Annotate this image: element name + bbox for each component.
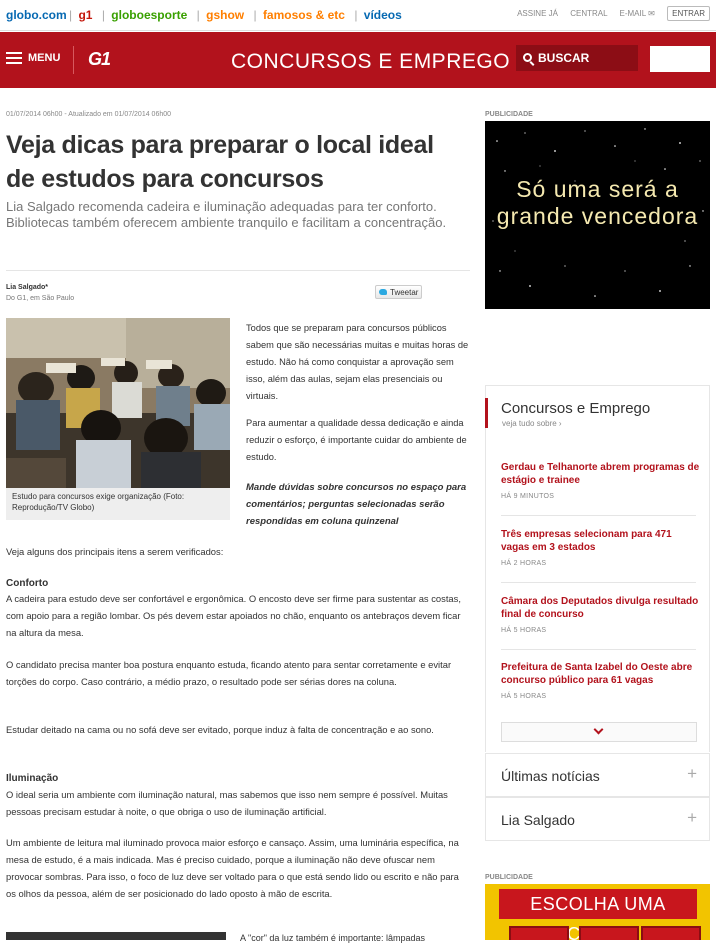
separator: | <box>101 8 105 22</box>
email-link[interactable]: E-MAIL ✉ <box>620 9 655 18</box>
article-subhead: Lia Salgado recomenda cadeira e iluminaç… <box>6 199 447 230</box>
news-title[interactable]: Câmara dos Deputados divulga resultado f… <box>501 595 701 621</box>
site-links: | g1 | globoesporte | gshow | famosos & … <box>66 8 405 22</box>
ad-label: PUBLICIDADE <box>485 111 533 118</box>
divider <box>501 649 696 650</box>
box-title[interactable]: Concursos e Emprego <box>501 400 650 417</box>
globo-logo[interactable]: globo.com <box>6 8 67 22</box>
globo-top-bar: globo.com | g1 | globoesporte | gshow | … <box>0 0 716 31</box>
body-paragraph: O ideal seria um ambiente com iluminação… <box>6 789 448 817</box>
header-ad-slot[interactable] <box>650 46 710 72</box>
section-title[interactable]: CONCURSOS E EMPREGO <box>231 50 510 74</box>
email-label: E-MAIL <box>619 9 647 18</box>
news-title[interactable]: Prefeitura de Santa Izabel do Oeste abre… <box>501 661 701 687</box>
card-image <box>579 926 639 940</box>
ad-headline: ESCOLHA UMA CARTA <box>499 889 697 940</box>
divider <box>501 515 696 516</box>
callout-quote: Mande dúvidas sobre concursos no espaço … <box>246 482 467 527</box>
news-time: HÁ 5 HORAS <box>501 627 547 634</box>
assine-link[interactable]: ASSINE JÁ <box>517 9 558 18</box>
tweet-button[interactable]: Tweetar <box>375 285 422 299</box>
accordion-latest-news[interactable]: Últimas notícias + <box>485 753 710 797</box>
body-paragraph: A "cor" da luz também é importante: lâmp… <box>240 933 425 943</box>
news-time: HÁ 2 HORAS <box>501 560 547 567</box>
envelope-icon: ✉ <box>648 9 655 18</box>
entrar-button[interactable]: ENTRAR <box>667 6 710 21</box>
article-photo[interactable] <box>6 318 230 488</box>
menu-button[interactable]: MENU <box>6 52 60 64</box>
plus-icon: + <box>687 808 697 827</box>
related-news-box: Concursos e Emprego veja tudo sobre › Ge… <box>485 385 710 752</box>
twitter-icon <box>379 289 387 295</box>
accordion-label: Últimas notícias <box>501 768 600 784</box>
photo-caption: Estudo para concursos exige organização … <box>6 488 230 520</box>
g1-logo[interactable]: G1 <box>88 49 111 70</box>
separator: | <box>354 8 358 22</box>
chevron-down-icon <box>593 724 604 735</box>
divider <box>6 270 470 271</box>
search-label: BUSCAR <box>538 51 590 65</box>
card-image <box>641 926 701 940</box>
central-link[interactable]: CENTRAL <box>570 9 607 18</box>
body-paragraph: Estudar deitado na cama ou no sofá deve … <box>6 724 434 735</box>
site-header: MENU G1 CONCURSOS E EMPREGO BUSCAR <box>0 32 716 88</box>
news-time: HÁ 9 MINUTOS <box>501 493 555 500</box>
separator: | <box>196 8 200 22</box>
news-title[interactable]: Gerdau e Telhanorte abrem programas de e… <box>501 461 701 487</box>
accent-bar <box>485 398 488 428</box>
ad-label: PUBLICIDADE <box>485 874 533 881</box>
intro-paragraph: Para aumentar a qualidade dessa dedicaçã… <box>246 418 467 462</box>
ad-headline: Só uma será a grande vencedora <box>496 176 699 229</box>
body-paragraph: A cadeira para estudo deve ser confortáv… <box>6 593 461 638</box>
article-photo-2[interactable] <box>6 932 226 940</box>
site-link-famosos[interactable]: famosos & etc <box>263 8 345 22</box>
classroom-students-image <box>6 318 230 488</box>
site-link-gshow[interactable]: gshow <box>206 8 244 22</box>
see-all-link[interactable]: veja tudo sobre › <box>502 419 562 428</box>
advertisement[interactable]: Só uma será a grande vencedora <box>485 121 710 309</box>
news-item[interactable]: Três empresas selecionam para 471 vagas … <box>501 528 701 567</box>
body-paragraph: Um ambiente de leitura mal iluminado pro… <box>6 837 459 899</box>
news-item[interactable]: Prefeitura de Santa Izabel do Oeste abre… <box>501 661 701 700</box>
site-link-videos[interactable]: vídeos <box>364 8 402 22</box>
article-date: 01/07/2014 06h00 - Atualizado em 01/07/2… <box>6 111 172 118</box>
section-heading: Iluminação <box>6 773 59 784</box>
news-item[interactable]: Gerdau e Telhanorte abrem programas de e… <box>501 461 701 500</box>
search-button[interactable]: BUSCAR <box>516 45 638 71</box>
tweet-label: Tweetar <box>390 288 419 297</box>
news-time: HÁ 5 HORAS <box>501 693 547 700</box>
separator: | <box>69 8 73 22</box>
header-divider <box>73 46 74 74</box>
author-name: Lia Salgado* <box>6 284 49 291</box>
load-more-button[interactable] <box>501 722 697 742</box>
site-link-g1[interactable]: g1 <box>78 8 92 22</box>
card-image <box>509 926 569 940</box>
menu-label: MENU <box>28 52 61 64</box>
hamburger-icon <box>6 52 22 64</box>
news-item[interactable]: Câmara dos Deputados divulga resultado f… <box>501 595 701 634</box>
accordion-lia-salgado[interactable]: Lia Salgado + <box>485 797 710 841</box>
news-title[interactable]: Três empresas selecionam para 471 vagas … <box>501 528 701 554</box>
body-paragraph: Veja alguns dos principais itens a serem… <box>6 546 224 557</box>
plus-icon: + <box>687 764 697 783</box>
body-paragraph: O candidato precisa manter boa postura e… <box>6 659 452 687</box>
site-link-globoesporte[interactable]: globoesporte <box>111 8 187 22</box>
divider <box>501 582 696 583</box>
article-headline: Veja dicas para preparar o local ideal d… <box>6 131 434 193</box>
accordion-label: Lia Salgado <box>501 812 575 828</box>
separator: | <box>253 8 257 22</box>
author-location: Do G1, em São Paulo <box>6 295 75 302</box>
intro-paragraph: Todos que se preparam para concursos púb… <box>246 323 469 401</box>
account-links: ASSINE JÁ CENTRAL E-MAIL ✉ ENTRAR <box>507 6 710 21</box>
search-icon <box>523 53 532 62</box>
advertisement[interactable]: ESCOLHA UMA CARTA <box>485 884 710 940</box>
